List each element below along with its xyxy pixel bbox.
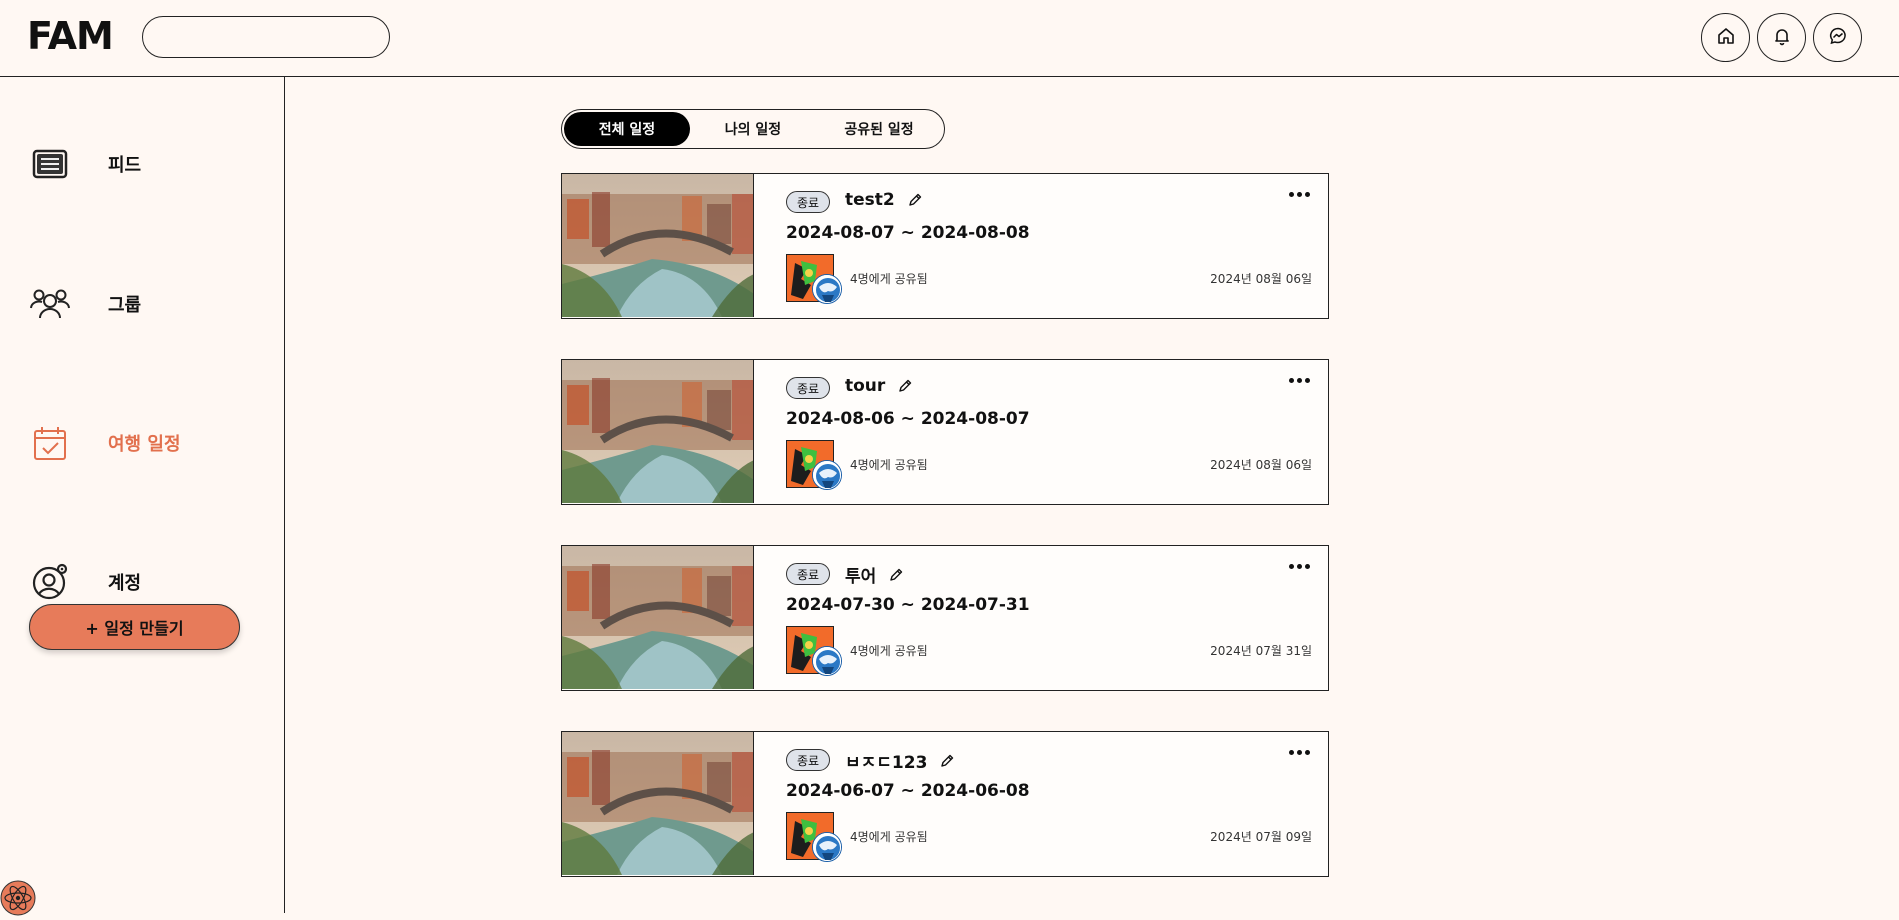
- sidebar-item-trips[interactable]: 여행 일정: [28, 421, 268, 465]
- status-badge: 종료: [786, 191, 830, 213]
- edit-pencil-icon[interactable]: [907, 192, 923, 208]
- react-logo-icon[interactable]: [0, 880, 36, 916]
- created-date: 2024년 08월 06일: [1210, 458, 1312, 472]
- trip-title-row: 투어: [845, 562, 904, 587]
- shared-avatars: [786, 440, 842, 490]
- trip-card[interactable]: 종료 test2 2024-08-07 ~ 2024-08-08 4명에게 공유…: [561, 173, 1329, 319]
- trip-dates: 2024-07-30 ~ 2024-07-31: [786, 595, 1030, 615]
- notifications-button[interactable]: [1757, 13, 1806, 62]
- edit-pencil-icon[interactable]: [897, 378, 913, 394]
- avatar: [812, 646, 842, 676]
- avatar: [812, 460, 842, 490]
- create-trip-button[interactable]: + 일정 만들기: [29, 604, 240, 650]
- trip-card[interactable]: 종료 투어 2024-07-30 ~ 2024-07-31 4명에게 공유됨 2…: [561, 545, 1329, 691]
- trip-title: test2: [845, 190, 895, 210]
- more-options-icon[interactable]: [1289, 564, 1310, 569]
- more-options-icon[interactable]: [1289, 750, 1310, 755]
- calendar-check-icon: [28, 421, 72, 465]
- trip-title-row: tour: [845, 376, 913, 396]
- sidebar-item-label: 계정: [108, 573, 142, 594]
- top-header: FAM: [0, 0, 1899, 77]
- status-badge: 종료: [786, 377, 830, 399]
- messages-button[interactable]: [1813, 13, 1862, 62]
- created-date: 2024년 07월 09일: [1210, 830, 1312, 844]
- tab-shared-trips[interactable]: 공유된 일정: [816, 112, 942, 146]
- trip-card[interactable]: 종료 ㅂㅈㄷ123 2024-06-07 ~ 2024-06-08 4명에게 공…: [561, 731, 1329, 877]
- sidebar-item-account[interactable]: 계정: [28, 560, 268, 604]
- edit-pencil-icon[interactable]: [888, 567, 904, 583]
- avatar: [812, 832, 842, 862]
- trip-title: tour: [845, 376, 886, 396]
- status-badge: 종료: [786, 563, 830, 585]
- shared-avatars: [786, 254, 842, 304]
- more-options-icon[interactable]: [1289, 378, 1310, 383]
- bell-icon: [1772, 26, 1792, 50]
- avatar: [812, 274, 842, 304]
- trip-filter-tabs: 전체 일정 나의 일정 공유된 일정: [561, 109, 945, 149]
- trip-dates: 2024-06-07 ~ 2024-06-08: [786, 781, 1030, 801]
- more-options-icon[interactable]: [1289, 192, 1310, 197]
- search-input[interactable]: [142, 16, 390, 58]
- feed-icon: [28, 142, 72, 186]
- sidebar-item-feed[interactable]: 피드: [28, 142, 268, 186]
- created-date: 2024년 08월 06일: [1210, 272, 1312, 286]
- trip-title-row: ㅂㅈㄷ123: [845, 748, 955, 773]
- trip-title: 투어: [845, 567, 877, 587]
- trip-thumbnail[interactable]: [562, 360, 754, 503]
- created-date: 2024년 07월 31일: [1210, 644, 1312, 658]
- shared-avatars: [786, 626, 842, 676]
- shared-avatars: [786, 812, 842, 862]
- messenger-icon: [1828, 26, 1848, 50]
- trip-thumbnail[interactable]: [562, 174, 754, 317]
- shared-count: 4명에게 공유됨: [850, 830, 928, 844]
- sidebar-item-label: 피드: [108, 155, 142, 176]
- sidebar-item-label: 그룹: [108, 295, 142, 316]
- trip-title: ㅂㅈㄷ123: [845, 753, 928, 773]
- sidebar-item-group[interactable]: 그룹: [28, 282, 268, 326]
- trip-dates: 2024-08-07 ~ 2024-08-08: [786, 223, 1030, 243]
- app-logo[interactable]: FAM: [27, 14, 114, 58]
- sidebar-item-label: 여행 일정: [108, 434, 181, 455]
- home-button[interactable]: [1701, 13, 1750, 62]
- trip-thumbnail[interactable]: [562, 732, 754, 875]
- trip-card[interactable]: 종료 tour 2024-08-06 ~ 2024-08-07 4명에게 공유됨…: [561, 359, 1329, 505]
- status-badge: 종료: [786, 749, 830, 771]
- shared-count: 4명에게 공유됨: [850, 272, 928, 286]
- trip-title-row: test2: [845, 190, 923, 210]
- account-settings-icon: [28, 560, 72, 604]
- edit-pencil-icon[interactable]: [939, 753, 955, 769]
- sidebar: 피드 그룹 여행 일정 계정 + 일정 만들기: [0, 77, 285, 913]
- shared-count: 4명에게 공유됨: [850, 644, 928, 658]
- tab-my-trips[interactable]: 나의 일정: [690, 112, 816, 146]
- shared-count: 4명에게 공유됨: [850, 458, 928, 472]
- home-icon: [1716, 26, 1736, 50]
- group-icon: [28, 282, 72, 326]
- trip-dates: 2024-08-06 ~ 2024-08-07: [786, 409, 1030, 429]
- trip-thumbnail[interactable]: [562, 546, 754, 689]
- tab-all-trips[interactable]: 전체 일정: [564, 112, 690, 146]
